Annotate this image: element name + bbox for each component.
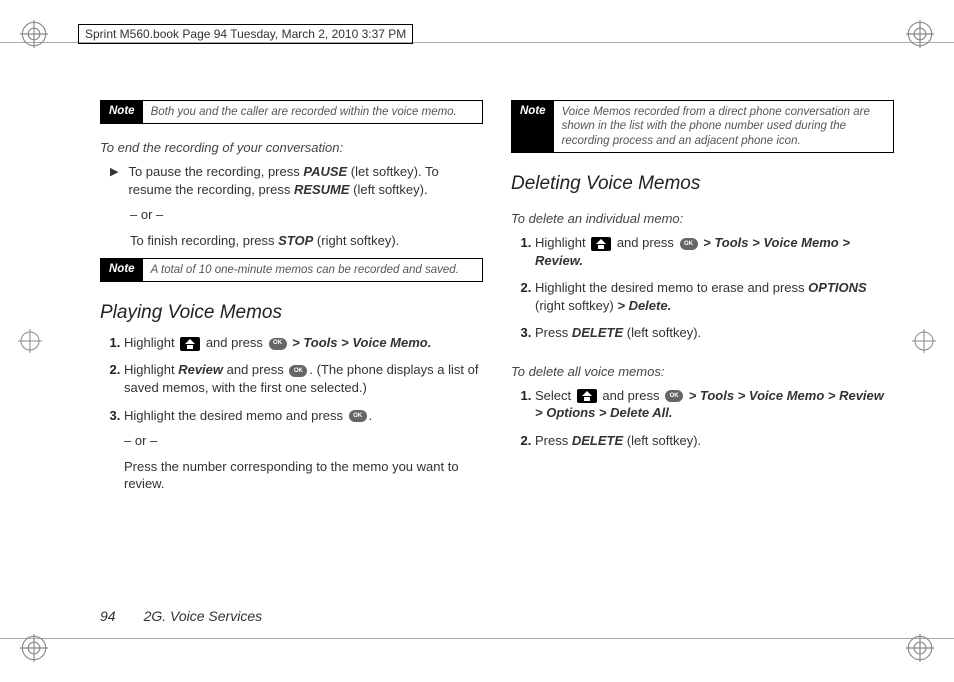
crop-line-bottom: [0, 638, 954, 640]
subheading: To end the recording of your conversatio…: [100, 140, 483, 155]
note-label: Note: [512, 101, 554, 152]
ok-icon: OK: [269, 338, 287, 350]
body-text: To pause the recording, press PAUSE (let…: [128, 163, 483, 198]
registration-mark-icon: [906, 20, 934, 48]
or-separator: – or –: [130, 206, 483, 224]
list-item: Highlight Review and press OK. (The phon…: [124, 361, 483, 396]
ordered-list: Highlight and press OK > Tools > Voice M…: [511, 234, 894, 352]
menu-path: > Delete.: [617, 298, 671, 313]
list-item: Highlight the desired memo to erase and …: [535, 279, 894, 314]
pointer-icon: ▶: [110, 165, 118, 198]
registration-mark-icon: [906, 634, 934, 662]
subheading: To delete all voice memos:: [511, 364, 894, 379]
subheading: To delete an individual memo:: [511, 211, 894, 226]
softkey-label: PAUSE: [303, 164, 347, 179]
ok-icon: OK: [349, 410, 367, 422]
ok-icon: OK: [289, 365, 307, 377]
home-icon: [577, 389, 597, 403]
page-footer: 94 2G. Voice Services: [100, 608, 262, 624]
ordered-list: Highlight and press OK > Tools > Voice M…: [100, 334, 483, 503]
right-column: Note Voice Memos recorded from a direct …: [511, 100, 894, 592]
note-label: Note: [101, 259, 143, 281]
list-item: Highlight the desired memo and press OK.…: [124, 407, 483, 493]
crosshair-icon: [912, 329, 936, 353]
section-label: 2G. Voice Services: [144, 608, 263, 624]
body-text: To finish recording, press STOP (right s…: [130, 232, 483, 250]
note-text: Voice Memos recorded from a direct phone…: [554, 101, 893, 152]
section-title: Playing Voice Memos: [100, 302, 483, 324]
registration-mark-icon: [20, 20, 48, 48]
note-box: Note A total of 10 one-minute memos can …: [100, 258, 483, 282]
list-item: Press DELETE (left softkey).: [535, 324, 894, 342]
list-item: Select and press OK > Tools > Voice Memo…: [535, 387, 894, 422]
softkey-label: STOP: [278, 233, 313, 248]
section-title: Deleting Voice Memos: [511, 173, 894, 195]
note-text: A total of 10 one-minute memos can be re…: [143, 259, 467, 281]
note-box: Note Voice Memos recorded from a direct …: [511, 100, 894, 153]
list-item: Highlight and press OK > Tools > Voice M…: [124, 334, 483, 352]
note-box: Note Both you and the caller are recorde…: [100, 100, 483, 124]
left-column: Note Both you and the caller are recorde…: [100, 100, 483, 592]
softkey-label: OPTIONS: [808, 280, 867, 295]
ok-icon: OK: [665, 390, 683, 402]
list-item: Press DELETE (left softkey).: [535, 432, 894, 450]
softkey-label: DELETE: [572, 433, 623, 448]
softkey-label: DELETE: [572, 325, 623, 340]
list-item: Highlight and press OK > Tools > Voice M…: [535, 234, 894, 269]
page-number: 94: [100, 608, 116, 624]
body-text: Press the number corresponding to the me…: [124, 458, 483, 493]
registration-mark-icon: [20, 634, 48, 662]
softkey-label: RESUME: [294, 182, 350, 197]
crosshair-icon: [18, 329, 42, 353]
page-content: Note Both you and the caller are recorde…: [100, 100, 894, 592]
softkey-label: Review: [178, 362, 223, 377]
bullet-item: ▶ To pause the recording, press PAUSE (l…: [110, 163, 483, 198]
ordered-list: Select and press OK > Tools > Voice Memo…: [511, 387, 894, 460]
home-icon: [591, 237, 611, 251]
note-label: Note: [101, 101, 143, 123]
page-header-line: Sprint M560.book Page 94 Tuesday, March …: [78, 24, 413, 44]
or-separator: – or –: [124, 432, 483, 450]
ok-icon: OK: [680, 238, 698, 250]
home-icon: [180, 337, 200, 351]
menu-path: > Tools > Voice Memo.: [289, 335, 432, 350]
note-text: Both you and the caller are recorded wit…: [143, 101, 465, 123]
